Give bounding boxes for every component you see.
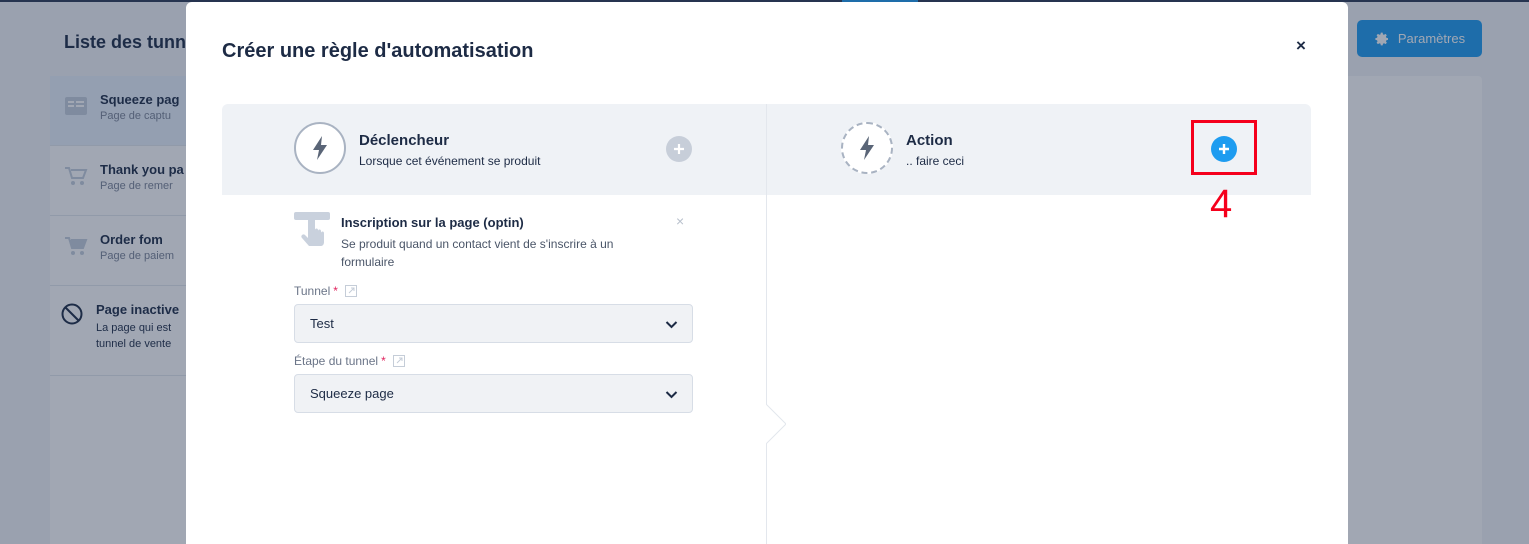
annotation-number: 4	[1210, 182, 1233, 226]
tunnel-select[interactable]: Test	[294, 304, 693, 343]
column-notch	[766, 404, 786, 444]
lightning-icon	[294, 122, 346, 174]
funnel-step-label-text: Étape du tunnel	[294, 354, 379, 368]
trigger-description: Se produit quand un contact vient de s'i…	[341, 237, 614, 269]
remove-trigger-icon[interactable]: ×	[676, 213, 684, 229]
external-link-icon[interactable]	[344, 285, 357, 297]
annotation-highlight	[1191, 120, 1257, 175]
required-mark: *	[381, 354, 386, 368]
plus-icon	[674, 144, 684, 154]
action-header-subtitle: .. faire ceci	[906, 154, 965, 168]
tunnel-label-text: Tunnel	[294, 284, 331, 298]
trigger-title: Inscription sur la page (optin)	[341, 215, 524, 230]
lightning-icon	[841, 122, 893, 174]
column-divider	[766, 104, 767, 544]
trigger-header-title: Déclencheur	[359, 132, 450, 149]
modal-title: Créer une règle d'automatisation	[222, 40, 534, 62]
add-trigger-button[interactable]	[666, 136, 692, 162]
pointer-click-icon	[294, 212, 330, 246]
funnel-step-select[interactable]: Squeeze page	[294, 374, 693, 413]
trigger-header-subtitle: Lorsque cet événement se produit	[359, 154, 541, 168]
tunnel-label: Tunnel *	[294, 284, 357, 298]
funnel-step-label: Étape du tunnel *	[294, 354, 405, 368]
automation-rule-modal: Créer une règle d'automatisation × Décle…	[186, 2, 1348, 544]
external-link-icon[interactable]	[392, 355, 405, 367]
close-icon[interactable]: ×	[1291, 36, 1311, 56]
chevron-down-icon	[665, 321, 678, 329]
required-mark: *	[333, 284, 338, 298]
funnel-step-select-value: Squeeze page	[310, 386, 394, 401]
chevron-down-icon	[665, 391, 678, 399]
action-header-title: Action	[906, 132, 953, 149]
tunnel-select-value: Test	[310, 316, 334, 331]
